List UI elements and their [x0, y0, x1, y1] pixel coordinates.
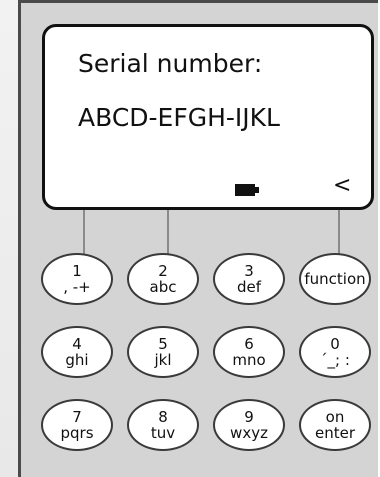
key-label-top: on	[325, 407, 345, 426]
key-letters: , -+	[63, 277, 91, 296]
battery-icon	[235, 184, 259, 196]
key-0[interactable]: 0 ´_; :	[299, 326, 371, 378]
key-letters: jkl	[154, 350, 172, 369]
connector-line	[83, 210, 85, 254]
key-5[interactable]: 5 jkl	[127, 326, 199, 378]
device-body: Serial number: ABCD-EFGH-IJKL < 1 , -+ 2…	[18, 0, 378, 477]
key-1[interactable]: 1 , -+	[41, 253, 113, 305]
key-9[interactable]: 9 wxyz	[213, 399, 285, 451]
lcd-screen: Serial number: ABCD-EFGH-IJKL <	[42, 24, 374, 210]
background-strip	[0, 0, 18, 477]
key-digit: 9	[244, 407, 254, 426]
key-digit: 2	[158, 261, 168, 280]
key-letters: tuv	[150, 423, 176, 442]
key-letters: wxyz	[230, 423, 268, 442]
key-function[interactable]: function	[299, 253, 371, 305]
key-letters: ghi	[65, 350, 89, 369]
key-digit: 1	[72, 261, 82, 280]
key-7[interactable]: 7 pqrs	[41, 399, 113, 451]
key-2[interactable]: 2 abc	[127, 253, 199, 305]
key-8[interactable]: 8 tuv	[127, 399, 199, 451]
key-digit: 0	[330, 334, 340, 353]
connector-line	[338, 210, 340, 254]
key-digit: 7	[72, 407, 82, 426]
prompt-label: Serial number:	[78, 49, 263, 78]
key-digit: 6	[244, 334, 254, 353]
key-letters: mno	[232, 350, 266, 369]
key-letters: abc	[149, 277, 177, 296]
key-digit: 8	[158, 407, 168, 426]
key-digit: 5	[158, 334, 168, 353]
key-letters: ´_; :	[320, 350, 350, 369]
key-6[interactable]: 6 mno	[213, 326, 285, 378]
key-label: function	[304, 269, 366, 288]
key-digit: 4	[72, 334, 82, 353]
connector-line	[167, 210, 169, 254]
key-label-bottom: enter	[314, 423, 355, 442]
back-indicator: <	[333, 173, 352, 198]
key-letters: pqrs	[60, 423, 94, 442]
key-3[interactable]: 3 def	[213, 253, 285, 305]
serial-number-value: ABCD-EFGH-IJKL	[78, 103, 280, 132]
key-on-enter[interactable]: on enter	[299, 399, 371, 451]
key-letters: def	[236, 277, 262, 296]
key-4[interactable]: 4 ghi	[41, 326, 113, 378]
key-digit: 3	[244, 261, 254, 280]
